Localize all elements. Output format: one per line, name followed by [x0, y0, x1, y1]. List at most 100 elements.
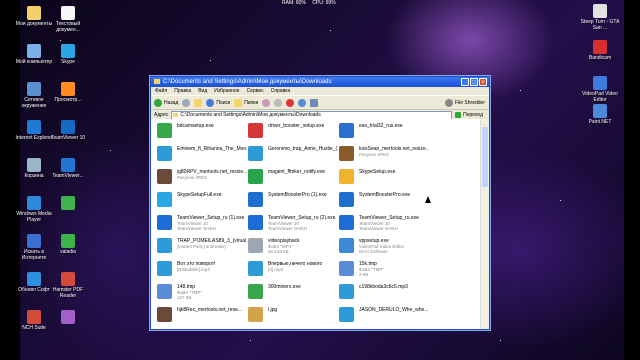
desktop-icon-label: Windows Media Player — [16, 211, 52, 223]
file-item[interactable]: 148.tmp Файл "TMP" 127 КБ — [155, 282, 247, 304]
file-item[interactable]: driver_booster_setup.exe — [246, 121, 338, 143]
desktop-icon[interactable]: TeamViewer 10 — [48, 120, 88, 141]
file-detail: TeamViewer GmbH — [359, 226, 398, 231]
file-item[interactable]: SkypeSetupFull.exe — [155, 190, 247, 212]
file-name: eav_trial32_rus.exe — [359, 123, 403, 129]
file-item[interactable]: eav_trial32_rus.exe — [337, 121, 429, 143]
file-icon — [339, 169, 354, 184]
desktop-icon[interactable]: Bandicam — [580, 40, 620, 61]
file-item[interactable]: TeamViewer_Setup_ru.exe TeamViewer 10 Team… — [337, 213, 429, 235]
vertical-scrollbar[interactable] — [480, 119, 489, 329]
desktop-icon[interactable]: Hamster PDF Reader — [48, 272, 88, 299]
desktop-icon-label: Paint.NET — [588, 119, 612, 125]
undo-button[interactable] — [298, 98, 307, 107]
folder-icon — [154, 79, 160, 84]
file-item[interactable]: Вот это поворот! [Ribbubble].mp4 — [155, 259, 247, 281]
file-item[interactable]: Впервые,ничего нового [3].mp3 — [246, 259, 338, 281]
file-item[interactable]: Eminem_ft_Rihanna_The_Mon... — [155, 144, 247, 166]
menu-view[interactable]: Вид — [198, 87, 207, 95]
file-type: [Instant Party] & Breaks) — [177, 244, 226, 249]
app-icon — [27, 158, 41, 172]
shredder-icon — [444, 99, 453, 107]
app-icon — [61, 6, 75, 20]
desktop-icon[interactable]: Просмотр... — [48, 82, 88, 103]
desktop-icon[interactable]: Steep Turn - GTA San ... — [580, 4, 620, 31]
system-monitor-gadget: RAM: 80% CPU: 99% — [282, 0, 354, 8]
file-item[interactable]: ig80RPV_mertools.net_resize... Рисунок JP… — [155, 167, 247, 189]
file-item[interactable]: 15k.tmp Файл "TMP" 3 КБ — [337, 259, 429, 281]
app-icon — [27, 120, 41, 134]
file-type: Рисунок JPEG — [359, 152, 389, 157]
file-item[interactable]: 300miners.exe — [246, 282, 338, 304]
file-item[interactable]: Geronimo_trap_Anne_Hustle_(... — [246, 144, 338, 166]
file-item[interactable]: videoplayback Файл "MP4" 40 519 КБ — [246, 236, 338, 258]
move-to-button[interactable] — [262, 98, 271, 107]
search-icon — [206, 98, 215, 107]
app-icon — [61, 44, 75, 58]
desktop-icon[interactable]: Paint.NET — [580, 104, 620, 125]
desktop-icon[interactable]: TeamViewer... — [48, 158, 88, 179]
scroll-thumb[interactable] — [482, 127, 488, 187]
back-button[interactable]: Назад — [154, 98, 178, 107]
file-shredder-button[interactable]: File Shredder — [444, 99, 485, 107]
file-item[interactable]: TeamViewer_Setup_ru (2).exe TeamViewer 10… — [246, 213, 338, 235]
file-item[interactable]: magent_ffmker_notify.exe — [246, 167, 338, 189]
minimize-button[interactable]: _ — [461, 78, 469, 86]
file-icon — [339, 238, 354, 253]
file-item[interactable]: l.jpg — [246, 305, 338, 327]
go-button[interactable]: Переход — [455, 112, 489, 118]
desktop-icon[interactable]: Skype — [48, 44, 88, 65]
file-detail: TeamViewer GmbH — [268, 226, 307, 231]
menu-file[interactable]: Файл — [155, 87, 167, 95]
app-icon — [61, 234, 75, 248]
file-icon — [157, 261, 172, 276]
file-item[interactable]: SkypeSetup.exe — [337, 167, 429, 189]
file-icon — [248, 261, 263, 276]
app-icon — [61, 120, 75, 134]
file-item[interactable]: TeamViewer_Setup_ru (1).exe TeamViewer 10… — [155, 213, 247, 235]
file-item[interactable]: TRAP_POMEILAS89_3_(virual... [Instant Par… — [155, 236, 247, 258]
views-button[interactable] — [310, 98, 319, 107]
desktop-icon[interactable]: Текстовый докумен... — [48, 6, 88, 33]
app-icon — [27, 272, 41, 286]
back-arrow-icon — [154, 98, 162, 107]
file-icon — [339, 261, 354, 276]
file-item[interactable]: JASON_DERULO_Whe_whe... — [337, 305, 429, 327]
search-button[interactable]: Поиск — [206, 98, 230, 107]
address-label: Адрес — [154, 112, 169, 118]
file-detail: NCH Software — [359, 249, 388, 254]
maximize-button[interactable]: □ — [470, 78, 478, 86]
copy-to-button[interactable] — [274, 98, 283, 107]
file-item[interactable]: c198kboda3c6c5.mp3 — [337, 282, 429, 304]
up-folder-button[interactable] — [194, 98, 203, 107]
file-type: [Ribbubble].mp4 — [177, 267, 210, 272]
file-item[interactable]: vppsetup.exe VideoPad Video Editor NCH Sof… — [337, 236, 429, 258]
folder-icon — [173, 112, 179, 117]
menu-favorites[interactable]: Избранное — [214, 87, 239, 95]
folders-button[interactable]: Папки — [234, 98, 258, 107]
menu-edit[interactable]: Правка — [174, 87, 191, 95]
menu-help[interactable]: Справка — [271, 87, 291, 95]
app-icon — [27, 44, 41, 58]
forward-button[interactable] — [182, 98, 191, 107]
file-item[interactable]: kissSean_mertools.net_resize... Рисунок J… — [337, 144, 429, 166]
close-button[interactable]: × — [479, 78, 487, 86]
title-bar[interactable]: C:\Documents and Settings\Admin\Мои доку… — [151, 77, 489, 87]
file-type: Рисунок JPEG — [177, 175, 207, 180]
file-detail: 3 КБ — [359, 272, 369, 277]
file-item[interactable]: SystemBoosterPro.exe — [337, 190, 429, 212]
file-item[interactable]: bdcamsetup.exe — [155, 121, 247, 143]
desktop-icon[interactable]: valadia — [48, 234, 88, 255]
delete-button[interactable] — [286, 98, 295, 107]
file-item[interactable]: SystemBoosterPro (1).exe — [246, 190, 338, 212]
desktop-icon[interactable] — [48, 196, 88, 211]
file-name: driver_booster_setup.exe — [268, 123, 325, 129]
desktop-icon[interactable]: VideoPad Video Editor — [580, 76, 620, 103]
menu-tools[interactable]: Сервис — [247, 87, 264, 95]
file-name: SystemBoosterPro.exe — [359, 192, 411, 198]
desktop-icon[interactable] — [48, 310, 88, 325]
file-item[interactable]: hjk8Rec_mertools.net_rese... — [155, 305, 247, 327]
desktop-icon-label: Hamster PDF Reader — [52, 287, 84, 299]
file-name: Eminem_ft_Rihanna_The_Mon... — [177, 146, 247, 152]
file-detail: 40 519 КБ — [268, 249, 289, 254]
